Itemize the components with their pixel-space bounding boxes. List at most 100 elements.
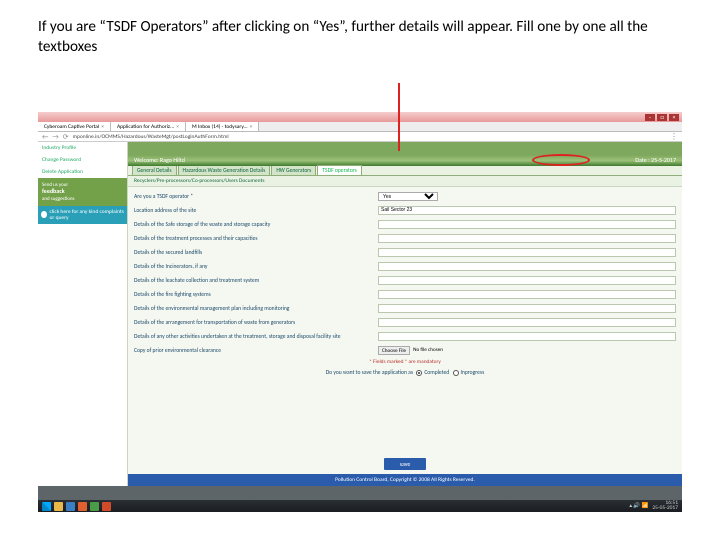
sidebar-item-delete[interactable]: Delete Application — [38, 166, 127, 178]
taskbar-app-icon[interactable] — [78, 502, 87, 511]
file-status: No file chosen — [413, 347, 443, 353]
minimize-button[interactable]: – — [645, 114, 655, 121]
text-input[interactable] — [378, 234, 676, 243]
reload-icon[interactable]: ⟳ — [63, 132, 69, 141]
sidebar-item-password[interactable]: Change Password — [38, 154, 127, 166]
browser-tab[interactable]: M Inbox (14) - todysary...× — [186, 122, 259, 131]
save-row: save — [128, 449, 682, 474]
form-row: Details of the treatment processes and t… — [134, 231, 676, 245]
sidebar: Industry Profile Change Password Delete … — [38, 142, 128, 486]
feedback-text: feedback — [42, 187, 65, 195]
form-row: Details of the fire fighting systems — [134, 287, 676, 301]
form-row: Details of the Incinerators, if any — [134, 259, 676, 273]
taskbar-app-icon[interactable] — [54, 502, 63, 511]
taskbar-left — [42, 502, 111, 511]
form-row: Details of the secured landfills — [134, 245, 676, 259]
text-input[interactable] — [378, 318, 676, 327]
close-button[interactable]: × — [669, 114, 679, 121]
clock[interactable]: 16:51 25-05-2017 — [652, 501, 678, 512]
browser-tab[interactable]: Cyberoam Captive Portal× — [38, 122, 111, 131]
tray-icons[interactable]: ▴ 🔊 📶 — [629, 503, 648, 509]
window-titlebar: – □ × — [38, 112, 682, 122]
welcome-text: Welcome: Rago Hiltd — [134, 156, 185, 164]
url-field[interactable]: mponline.in/OCMMS/Hazardous/WasteMgt/pos… — [73, 134, 666, 140]
text-input[interactable] — [378, 248, 676, 257]
form-row: Details of the Safe storage of the waste… — [134, 217, 676, 231]
save-question: Do you want to save the application as — [326, 369, 415, 376]
taskbar-app-icon[interactable] — [66, 502, 75, 511]
browser-window: – □ × Cyberoam Captive Portal× Applicati… — [38, 112, 682, 512]
text-input[interactable] — [378, 290, 676, 299]
info-icon — [41, 211, 47, 218]
tab-label: M Inbox (14) - todysary... — [192, 124, 248, 130]
save-button[interactable]: save — [384, 458, 427, 470]
annotation-line — [398, 83, 400, 151]
form-row-file: Copy of prior environmental clearance Ch… — [134, 343, 676, 357]
sidebar-item-label: Change Password — [42, 157, 81, 163]
feedback-banner[interactable]: Send us your feedback and suggestions — [38, 178, 127, 206]
main-panel: Welcome: Rago Hiltd Date : 25-5-2017 Gen… — [128, 142, 682, 486]
field-label: Details of the treatment processes and t… — [134, 235, 374, 242]
field-label: Details of any other activities undertak… — [134, 333, 374, 340]
page-footer: Pollution Control Board, Copyright © 200… — [128, 474, 682, 486]
tab-label: Cyberoam Captive Portal — [44, 124, 99, 130]
browser-tab[interactable]: Application for Authoriz...× — [111, 122, 186, 131]
hero-banner: Welcome: Rago Hiltd Date : 25-5-2017 — [128, 142, 682, 166]
sidebar-item-label: Delete Application — [42, 169, 83, 175]
annotation-circle — [532, 154, 590, 166]
close-icon[interactable]: × — [176, 124, 179, 130]
field-label: Details of the environmental management … — [134, 305, 374, 312]
back-icon[interactable]: ← — [42, 132, 48, 141]
form-area: Are you a TSDF operator * Yes Location a… — [128, 187, 682, 449]
text-input[interactable] — [378, 332, 676, 341]
page-content: Industry Profile Change Password Delete … — [38, 142, 682, 486]
field-label: Details of the Incinerators, if any — [134, 263, 374, 270]
maximize-button[interactable]: □ — [657, 114, 667, 121]
complaint-text: click here for any kind complaints or qu… — [50, 209, 124, 221]
browser-tabs: Cyberoam Captive Portal× Application for… — [38, 122, 682, 132]
radio-inprogress[interactable] — [453, 370, 459, 376]
text-input[interactable] — [378, 304, 676, 313]
tab-tsdf-operators[interactable]: TSDF operators — [317, 165, 362, 175]
field-label: Details of the fire fighting systems — [134, 291, 374, 298]
form-tabs: General Details Hazardous Waste Generati… — [128, 166, 682, 176]
choose-file-button[interactable]: Choose File — [378, 346, 410, 355]
radio-label: Inprogress — [461, 369, 485, 376]
text-input[interactable] — [378, 276, 676, 285]
text-input[interactable] — [378, 206, 676, 215]
instruction-text: If you are “TSDF Operators” after clicki… — [0, 0, 720, 64]
field-label: Location address of the site — [134, 207, 374, 214]
form-row-operator: Are you a TSDF operator * Yes — [134, 189, 676, 203]
tab-hazardous[interactable]: Hazardous Waste Generation Details — [178, 165, 271, 175]
taskbar-app-icon[interactable] — [90, 502, 99, 511]
address-bar-row: ← → ⟳ mponline.in/OCMMS/Hazardous/WasteM… — [38, 132, 682, 142]
windows-taskbar: ▴ 🔊 📶 16:51 25-05-2017 — [38, 500, 682, 512]
tab-generators[interactable]: HW Generators — [271, 165, 316, 175]
mandatory-note: * Fields marked * are mandatory — [134, 357, 676, 367]
field-label: Details of the secured landfills — [134, 249, 374, 256]
forward-icon[interactable]: → — [52, 132, 58, 141]
menu-icon[interactable]: ⋮ — [670, 132, 678, 142]
form-row: Details of the environmental management … — [134, 301, 676, 315]
field-label: Copy of prior environmental clearance — [134, 347, 374, 354]
complaint-banner[interactable]: click here for any kind complaints or qu… — [38, 206, 127, 224]
text-input[interactable] — [378, 220, 676, 229]
radio-completed[interactable] — [416, 370, 422, 376]
start-button[interactable] — [42, 502, 51, 511]
tab-label: Application for Authoriz... — [117, 124, 174, 130]
sub-tabs-line: Recyclers/Pre-processors/Co-processors/U… — [128, 176, 682, 187]
close-icon[interactable]: × — [250, 124, 253, 130]
form-row: Details of any other activities undertak… — [134, 329, 676, 343]
field-label: Are you a TSDF operator * — [134, 193, 374, 200]
form-row: Details of the arrangement for transport… — [134, 315, 676, 329]
tab-general[interactable]: General Details — [132, 165, 177, 175]
sidebar-item-label: Industry Profile — [42, 145, 76, 151]
close-icon[interactable]: × — [101, 124, 104, 130]
radio-label: Completed — [424, 369, 449, 376]
operator-select[interactable]: Yes — [378, 192, 438, 201]
field-label: Details of the leachate collection and t… — [134, 277, 374, 284]
text-input[interactable] — [378, 262, 676, 271]
taskbar-right: ▴ 🔊 📶 16:51 25-05-2017 — [629, 501, 678, 512]
taskbar-app-icon[interactable] — [102, 502, 111, 511]
sidebar-item-profile[interactable]: Industry Profile — [38, 142, 127, 154]
